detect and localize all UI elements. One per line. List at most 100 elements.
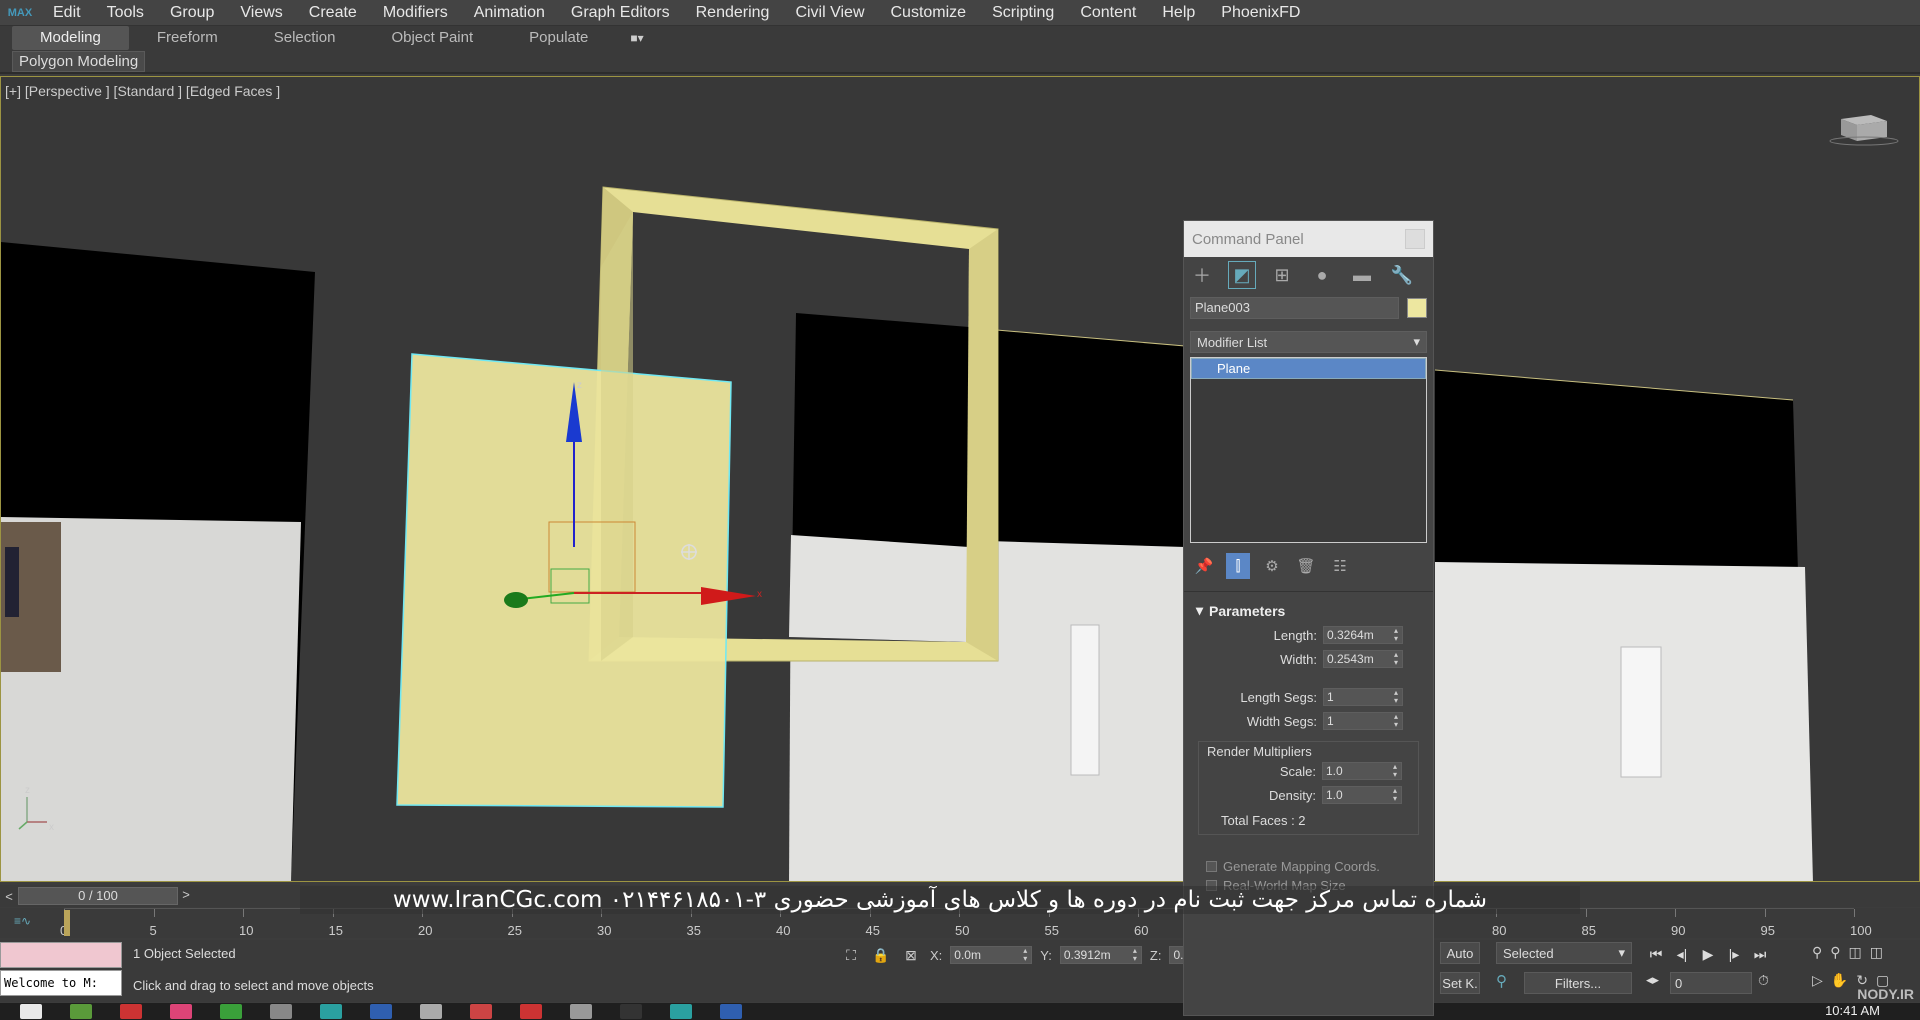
taskbar-app-icon[interactable] [420,1004,442,1019]
motion-tab-icon[interactable]: ● [1308,261,1336,289]
pin-stack-icon[interactable]: 📌 [1192,553,1216,579]
field-of-view-icon[interactable]: ▷ [1812,972,1823,989]
taskbar-app-icon[interactable] [70,1004,92,1019]
pan-hand-icon[interactable]: ✋ [1831,972,1848,989]
hierarchy-tab-icon[interactable]: ⊞ [1268,261,1296,289]
menu-customize[interactable]: Customize [878,0,980,26]
taskbar-app-icon[interactable] [570,1004,592,1019]
taskbar-app-icon[interactable] [220,1004,242,1019]
utilities-tab-wrench-icon[interactable]: 🔧 [1388,261,1416,289]
close-button[interactable] [1405,229,1425,249]
isolate-selection-icon[interactable]: ⛶ [840,944,862,966]
show-end-result-icon[interactable]: ⫿ [1226,553,1250,579]
object-name-field[interactable]: Plane003 [1190,297,1399,319]
time-slider[interactable]: 0 / 100 [18,887,178,905]
tab-freeform[interactable]: Freeform [129,26,246,50]
taskbar-app-icon[interactable] [320,1004,342,1019]
y-coordinate-field[interactable]: 0.3912m [1059,946,1142,964]
set-keys-icon[interactable]: ⚲ [1496,972,1516,990]
viewport-label[interactable]: [+] [Perspective ] [Standard ] [Edged Fa… [5,83,280,99]
taskbar-app-icon[interactable] [270,1004,292,1019]
tab-object-paint[interactable]: Object Paint [363,26,501,50]
command-panel-titlebar[interactable]: Command Panel [1184,221,1433,257]
zoom-extents-all-icon[interactable]: ◫ [1870,944,1883,961]
viewcube-icon[interactable] [1829,107,1899,147]
remove-modifier-trash-icon[interactable]: 🗑 [1294,553,1318,579]
menu-civil-view[interactable]: Civil View [782,0,877,26]
time-config-icon[interactable]: ⏱ [1758,972,1769,989]
key-filter-dropdown[interactable]: Selected ▾ [1496,942,1632,964]
modifier-stack[interactable]: Plane [1190,357,1427,543]
curve-editor-icon[interactable]: ≡∿ [14,914,31,928]
menu-create[interactable]: Create [296,0,370,26]
maxscript-listener-input[interactable]: Welcome to M: [0,970,122,996]
taskbar-app-icon[interactable] [170,1004,192,1019]
menu-group[interactable]: Group [157,0,227,26]
tab-modeling[interactable]: Modeling [12,26,129,50]
prev-frame-arrow-icon[interactable]: < [0,889,18,904]
zoom-all-icon[interactable]: ⚲ [1830,944,1840,961]
gizmo-y-arrow[interactable] [504,592,528,608]
menu-views[interactable]: Views [227,0,295,26]
modify-tab-icon[interactable]: ◩ [1228,261,1256,289]
tab-populate[interactable]: Populate [501,26,616,50]
width-segs-spinner[interactable]: 1 [1323,712,1403,730]
scale-spinner[interactable]: 1.0 [1322,762,1402,780]
menu-content[interactable]: Content [1067,0,1149,26]
display-tab-monitor-icon[interactable]: ▬ [1348,261,1376,289]
taskbar-clock[interactable]: 10:41 AM [1825,1003,1880,1018]
polygon-modeling-panel[interactable]: Polygon Modeling [12,50,146,72]
key-mode-toggle-icon[interactable]: ◂▸ [1646,972,1659,988]
zoom-icon[interactable]: ⚲ [1812,944,1822,961]
taskbar-app-icon[interactable] [120,1004,142,1019]
selected-plane003[interactable] [396,353,732,808]
current-frame-field[interactable]: 0 [1670,972,1752,994]
parameters-rollout-header[interactable]: ▾ Parameters [1190,598,1427,623]
next-frame-arrow-icon[interactable]: > [178,887,194,905]
menu-edit[interactable]: Edit [40,0,94,26]
zoom-extents-icon[interactable]: ◫ [1849,944,1862,961]
stack-item-plane[interactable]: Plane [1191,358,1426,379]
create-tab-plus-icon[interactable]: ＋ [1188,261,1216,289]
taskbar-app-icon[interactable] [670,1004,692,1019]
menu-graph-editors[interactable]: Graph Editors [558,0,683,26]
taskbar-app-icon[interactable] [520,1004,542,1019]
generate-mapping-checkbox[interactable] [1206,861,1217,872]
taskbar-app-icon[interactable] [470,1004,492,1019]
selection-lock-icon[interactable]: 🔒 [870,944,892,966]
ribbon-toggle-icon[interactable]: ■▾ [630,31,643,45]
maxscript-listener-output[interactable] [0,942,122,968]
start-button-icon[interactable] [20,1004,42,1019]
menu-modifiers[interactable]: Modifiers [370,0,461,26]
length-spinner[interactable]: 0.3264m [1323,626,1403,644]
density-spinner[interactable]: 1.0 [1322,786,1402,804]
key-filters-button[interactable]: Filters... [1524,972,1632,994]
menu-animation[interactable]: Animation [461,0,558,26]
menu-tools[interactable]: Tools [94,0,157,26]
modifier-list-dropdown[interactable]: Modifier List ▾ [1190,331,1427,353]
absolute-mode-icon[interactable]: ⊠ [900,944,922,966]
make-unique-icon[interactable]: ⚙ [1260,553,1284,579]
app-logo-icon[interactable]: MAX [0,0,40,26]
taskbar-app-icon[interactable] [370,1004,392,1019]
configure-modifier-sets-icon[interactable]: ☷ [1328,553,1352,579]
menu-phoenixfd[interactable]: PhoenixFD [1208,0,1313,26]
generate-mapping-row[interactable]: Generate Mapping Coords. [1184,857,1433,876]
auto-key-button[interactable]: Auto [1440,942,1480,964]
x-coordinate-field[interactable]: 0.0m [950,946,1033,964]
go-to-start-icon[interactable]: ⏮ [1646,944,1666,964]
set-key-button[interactable]: Set K. [1440,972,1480,994]
previous-frame-icon[interactable]: ◂| [1672,944,1692,964]
menu-help[interactable]: Help [1149,0,1208,26]
width-spinner[interactable]: 0.2543m [1323,650,1403,668]
menu-rendering[interactable]: Rendering [683,0,783,26]
object-color-swatch[interactable] [1407,298,1427,318]
length-segs-spinner[interactable]: 1 [1323,688,1403,706]
taskbar-app-icon[interactable] [720,1004,742,1019]
menu-scripting[interactable]: Scripting [979,0,1067,26]
go-to-end-icon[interactable]: ⏭ [1750,944,1770,964]
tab-selection[interactable]: Selection [246,26,364,50]
perspective-viewport[interactable]: [+] [Perspective ] [Standard ] [Edged Fa… [0,76,1920,882]
current-frame-marker[interactable] [64,910,70,936]
next-frame-icon[interactable]: |▸ [1724,944,1744,964]
